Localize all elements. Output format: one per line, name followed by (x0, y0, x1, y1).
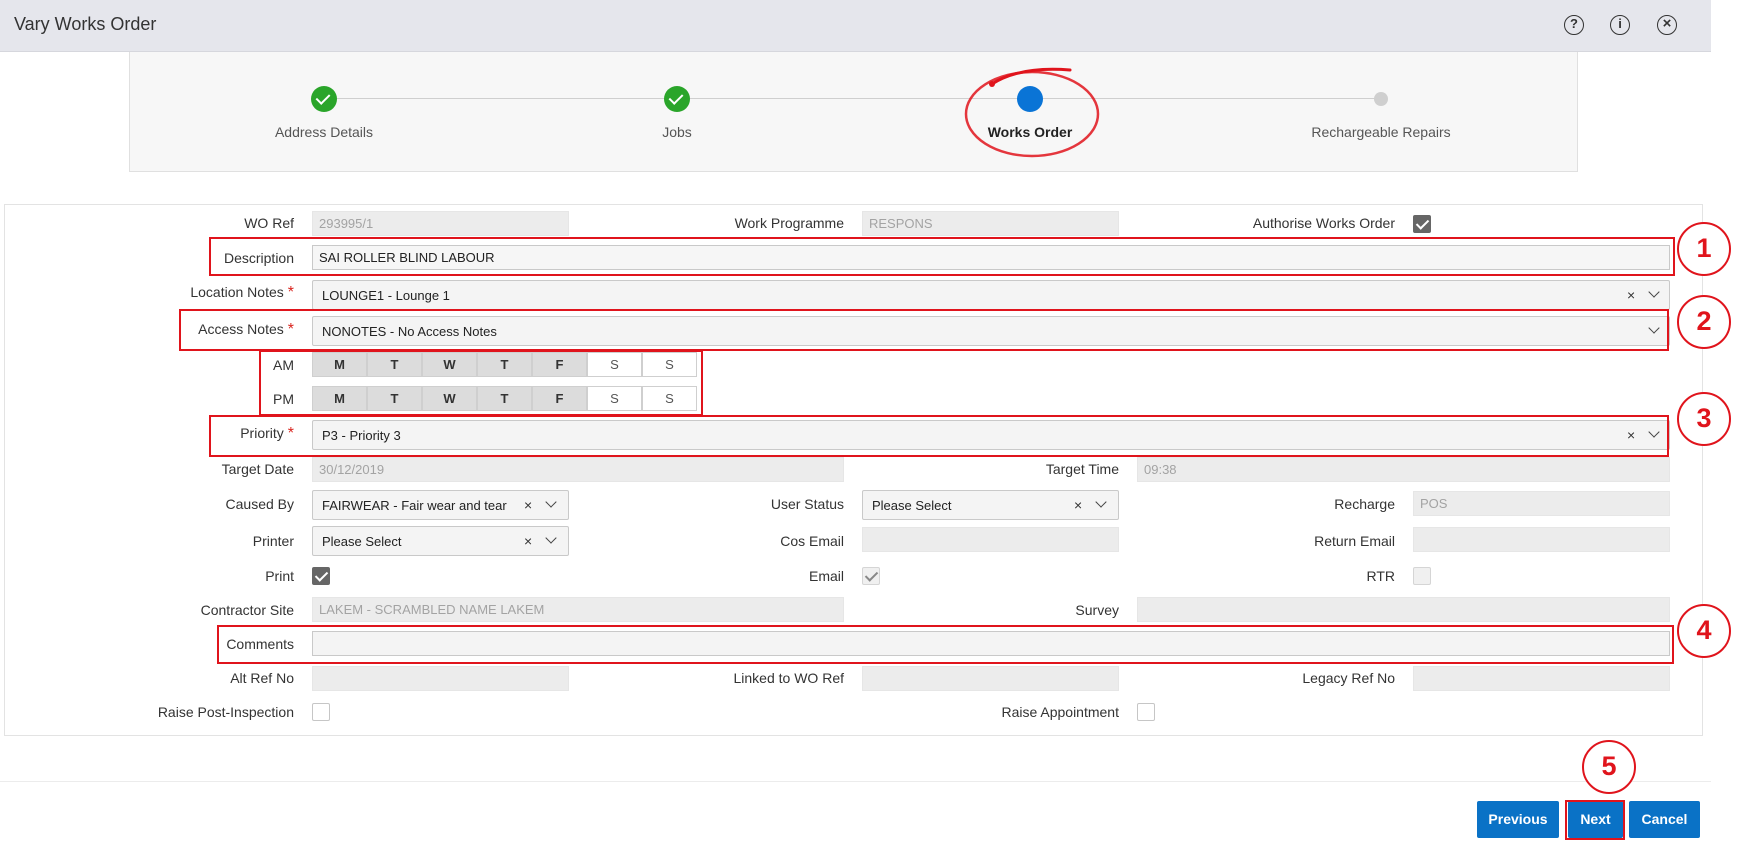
rtr-label: RTR (1366, 568, 1395, 584)
stepper-track (324, 98, 1381, 99)
chevron-down-icon[interactable] (545, 496, 557, 508)
highlight-box-availability (259, 350, 703, 416)
legacy-ref-no-label: Legacy Ref No (1302, 670, 1395, 686)
wizard-stepper (129, 52, 1578, 172)
work-programme-label: Work Programme (734, 215, 844, 231)
location-notes-label-text: Location Notes (190, 284, 284, 300)
step-complete-icon (311, 86, 337, 112)
print-label: Print (265, 568, 294, 584)
highlight-box-5 (1565, 800, 1625, 840)
step-label-address-details: Address Details (274, 124, 374, 140)
highlight-box-2 (179, 309, 1669, 351)
raise-post-inspection-checkbox[interactable] (312, 703, 330, 721)
cancel-button[interactable]: Cancel (1629, 801, 1700, 838)
close-icon[interactable]: × (1657, 15, 1677, 35)
legacy-ref-no-field (1413, 666, 1670, 691)
linked-wo-ref-field (862, 666, 1119, 691)
printer-label: Printer (252, 533, 294, 549)
clear-icon[interactable]: × (524, 533, 532, 549)
recharge-label: Recharge (1334, 496, 1395, 512)
step-highlight-circle (964, 67, 1100, 158)
target-date-label: Target Date (221, 461, 294, 477)
wo-ref-field: 293995/1 (312, 211, 569, 236)
email-label: Email (808, 568, 844, 584)
raise-appointment-checkbox[interactable] (1137, 703, 1155, 721)
contractor-site-field: LAKEM - SCRAMBLED NAME LAKEM (312, 597, 844, 622)
annotation-badge-5: 5 (1582, 740, 1636, 794)
return-email-label: Return Email (1314, 533, 1395, 549)
user-status-label: User Status (770, 496, 844, 512)
user-status-value: Please Select (872, 498, 952, 513)
previous-button[interactable]: Previous (1477, 801, 1559, 838)
vary-works-order-dialog: Vary Works Order ? i × Address Details J… (0, 0, 1746, 846)
caused-by-value: FAIRWEAR - Fair wear and tear (322, 498, 507, 513)
required-asterisk: * (287, 284, 294, 301)
location-notes-select[interactable]: LOUNGE1 - Lounge 1 × (312, 280, 1670, 310)
authorise-works-order-checkbox[interactable] (1413, 215, 1431, 233)
linked-wo-ref-label: Linked to WO Ref (733, 670, 845, 686)
help-icon[interactable]: ? (1564, 15, 1584, 35)
user-status-select[interactable]: Please Select × (862, 490, 1119, 520)
print-checkbox[interactable] (312, 567, 330, 585)
step-label-rechargeable-repairs: Rechargeable Repairs (1311, 124, 1451, 140)
cos-email-field (862, 527, 1119, 552)
info-icon[interactable]: i (1610, 15, 1630, 35)
clear-icon[interactable]: × (1074, 497, 1082, 513)
location-notes-label: Location Notes * (150, 284, 294, 302)
printer-value: Please Select (322, 534, 402, 549)
highlight-box-3 (209, 415, 1669, 457)
step-label-jobs: Jobs (662, 124, 692, 140)
rtr-checkbox[interactable] (1413, 567, 1431, 585)
footer-divider (0, 781, 1711, 782)
highlight-box-4 (217, 625, 1674, 664)
highlight-box-1 (209, 237, 1675, 276)
dialog-title: Vary Works Order (14, 14, 157, 34)
chevron-down-icon[interactable] (1648, 286, 1660, 298)
caused-by-label: Caused By (225, 496, 294, 512)
email-checkbox[interactable] (862, 567, 880, 585)
chevron-down-icon[interactable] (545, 532, 557, 544)
survey-label: Survey (1075, 602, 1119, 618)
caused-by-select[interactable]: FAIRWEAR - Fair wear and tear × (312, 490, 569, 520)
target-time-label: Target Time (1045, 461, 1119, 477)
printer-select[interactable]: Please Select × (312, 526, 569, 556)
recharge-field: POS (1413, 491, 1670, 516)
work-programme-field: RESPONS (862, 211, 1119, 236)
target-time-field: 09:38 (1137, 457, 1670, 482)
chevron-down-icon[interactable] (1095, 496, 1107, 508)
authorise-works-order-label: Authorise Works Order (1252, 215, 1395, 231)
alt-ref-no-field (312, 666, 569, 691)
annotation-badge-1: 1 (1677, 222, 1731, 276)
title-bar: Vary Works Order ? i × (0, 0, 1711, 52)
annotation-badge-2: 2 (1677, 295, 1731, 349)
alt-ref-no-label: Alt Ref No (230, 670, 294, 686)
contractor-site-label: Contractor Site (200, 602, 294, 618)
target-date-field: 30/12/2019 (312, 457, 844, 482)
step-pending-icon (1374, 92, 1388, 106)
step-complete-icon (664, 86, 690, 112)
clear-icon[interactable]: × (1627, 287, 1635, 303)
survey-field (1137, 597, 1670, 622)
clear-icon[interactable]: × (524, 497, 532, 513)
return-email-field (1413, 527, 1670, 552)
location-notes-value: LOUNGE1 - Lounge 1 (322, 288, 450, 303)
raise-appointment-label: Raise Appointment (1001, 704, 1119, 720)
annotation-badge-3: 3 (1677, 392, 1731, 446)
wo-ref-label: WO Ref (244, 215, 294, 231)
raise-post-inspection-label: Raise Post-Inspection (157, 704, 294, 720)
annotation-badge-4: 4 (1677, 604, 1731, 658)
cos-email-label: Cos Email (780, 533, 844, 549)
